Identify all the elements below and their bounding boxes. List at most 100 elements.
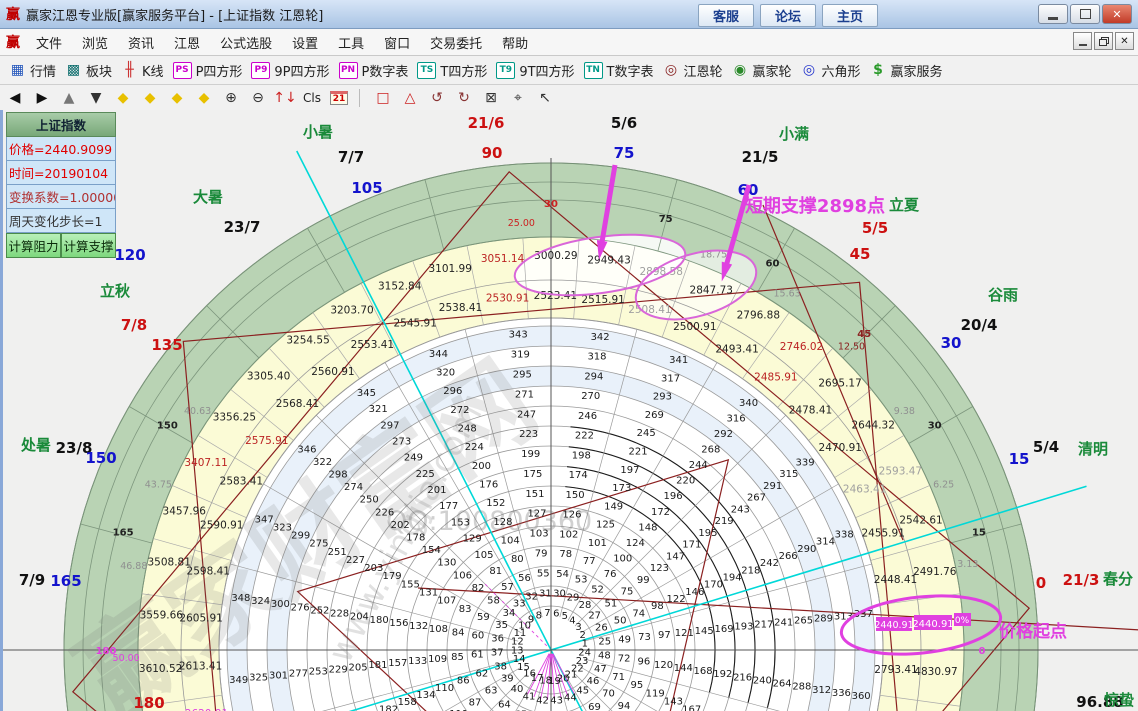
menu-item-窗口[interactable]: 窗口: [374, 30, 420, 55]
svg-text:9.38: 9.38: [894, 406, 915, 417]
svg-text:192: 192: [713, 669, 732, 680]
svg-text:25.00: 25.00: [508, 218, 535, 229]
svg-text:126: 126: [562, 510, 581, 521]
titlebar-button-0[interactable]: 客服: [698, 4, 754, 27]
svg-text:大暑: 大暑: [193, 188, 223, 206]
calendar-icon[interactable]: 21: [327, 87, 351, 108]
svg-text:216: 216: [733, 672, 752, 683]
svg-text:51: 51: [605, 599, 618, 610]
svg-text:70: 70: [602, 689, 615, 700]
svg-text:5/4: 5/4: [1033, 438, 1059, 456]
svg-text:195: 195: [698, 528, 717, 539]
svg-text:50: 50: [614, 615, 627, 626]
svg-text:75: 75: [621, 587, 634, 598]
svg-text:170: 170: [704, 580, 723, 591]
menu-item-资讯[interactable]: 资讯: [118, 30, 164, 55]
close-button[interactable]: ✕: [1102, 4, 1132, 24]
toolbar-p-number-table-button[interactable]: PNP数字表: [339, 61, 409, 80]
svg-text:268: 268: [701, 445, 720, 456]
svg-text:144: 144: [674, 663, 693, 674]
svg-text:62: 62: [476, 669, 489, 680]
calc-support-button[interactable]: 计算支撑: [61, 233, 116, 258]
toolbar-kline-button[interactable]: ╫K线: [121, 61, 164, 80]
svg-text:135: 135: [151, 336, 182, 354]
pan-left-icon[interactable]: ◀: [3, 87, 27, 108]
pan-right-icon[interactable]: ▶: [30, 87, 54, 108]
titlebar-button-2[interactable]: 主页: [822, 4, 878, 27]
diamond-right-icon[interactable]: ◆: [138, 87, 162, 108]
toolbar-p-square-button[interactable]: PSP四方形: [173, 61, 243, 80]
toolbar-quotes-button[interactable]: ▦行情: [9, 61, 56, 80]
menu-item-设置[interactable]: 设置: [282, 30, 328, 55]
rotate-ccw-icon[interactable]: ↺: [425, 87, 449, 108]
diamond-down-icon[interactable]: ◆: [192, 87, 216, 108]
minimize-button[interactable]: [1038, 4, 1068, 24]
titlebar-button-1[interactable]: 论坛: [760, 4, 816, 27]
triangle-tool-icon[interactable]: △: [398, 87, 422, 108]
svg-text:2455.91: 2455.91: [861, 528, 904, 540]
toolbar-t-square-button[interactable]: TST四方形: [417, 61, 487, 80]
svg-text:174: 174: [569, 470, 588, 481]
svg-text:38: 38: [494, 661, 507, 672]
svg-text:148: 148: [638, 522, 657, 533]
svg-text:147: 147: [666, 551, 685, 562]
zoom-out-icon[interactable]: ⊖: [246, 87, 270, 108]
svg-text:5/6: 5/6: [611, 114, 637, 132]
menu-item-交易委托[interactable]: 交易委托: [420, 30, 492, 55]
pointer-icon[interactable]: ↖: [533, 87, 557, 108]
calc-resistance-button[interactable]: 计算阻力: [6, 233, 61, 258]
svg-text:178: 178: [406, 532, 425, 543]
toolbar-sectors-button[interactable]: ▩板块: [65, 61, 112, 80]
toolbar-gann-wheel-button[interactable]: ◎江恩轮: [663, 61, 723, 80]
toolbar-hexagon-button[interactable]: ◎六角形: [801, 61, 861, 80]
menu-item-公式选股[interactable]: 公式选股: [210, 30, 282, 55]
cls-button[interactable]: Cls: [300, 87, 324, 108]
svg-text:23/7: 23/7: [224, 218, 261, 236]
maximize-button[interactable]: [1070, 4, 1100, 24]
toolbar-t-number-table-button[interactable]: TNT数字表: [584, 61, 654, 80]
svg-text:344: 344: [429, 349, 448, 360]
menu-item-工具[interactable]: 工具: [328, 30, 374, 55]
svg-text:202: 202: [391, 520, 410, 531]
svg-text:229: 229: [329, 664, 348, 675]
rotate-cw-icon[interactable]: ↻: [452, 87, 476, 108]
menu-item-浏览[interactable]: 浏览: [72, 30, 118, 55]
toolbar-winner-wheel-button[interactable]: ◉赢家轮: [732, 61, 792, 80]
updown-icon[interactable]: ↑↓: [273, 87, 297, 108]
diamond-left-icon[interactable]: ◆: [111, 87, 135, 108]
mdi-restore-button[interactable]: [1094, 32, 1113, 50]
sectors-icon: ▩: [65, 63, 82, 78]
box-x-icon[interactable]: ⊠: [479, 87, 503, 108]
mdi-close-button[interactable]: ✕: [1115, 32, 1134, 50]
svg-text:79: 79: [535, 549, 548, 560]
svg-text:143: 143: [664, 697, 683, 708]
toolbar-9p-square-button[interactable]: P99P四方形: [251, 61, 329, 80]
toolbar-winner-service-button[interactable]: $赢家服务: [870, 61, 943, 80]
toolbar-9t-square-button[interactable]: T99T四方形: [496, 61, 574, 80]
svg-text:251: 251: [328, 547, 347, 558]
svg-text:180: 180: [96, 646, 117, 657]
window-title: 赢家江恩专业版[赢家服务平台] - [上证指数 江恩轮]: [26, 5, 323, 24]
flag-down-icon[interactable]: ▼: [84, 87, 108, 108]
svg-text:清明: 清明: [1078, 440, 1108, 458]
svg-text:297: 297: [380, 420, 399, 431]
zoom-in-icon[interactable]: ⊕: [219, 87, 243, 108]
crosshair-icon[interactable]: ⌖: [506, 87, 530, 108]
svg-text:360: 360: [852, 691, 871, 702]
rect-tool-icon[interactable]: □: [371, 87, 395, 108]
menu-item-文件[interactable]: 文件: [26, 30, 72, 55]
menu-item-帮助[interactable]: 帮助: [492, 30, 538, 55]
mdi-minimize-button[interactable]: [1073, 32, 1092, 50]
svg-text:立夏: 立夏: [889, 196, 920, 214]
menu-item-江恩[interactable]: 江恩: [164, 30, 210, 55]
diamond-up-icon[interactable]: ◆: [165, 87, 189, 108]
svg-text:25: 25: [598, 636, 611, 647]
gann-wheel-canvas[interactable]: 赢家财富网www.yingjia.comQQ:10080036012345678…: [3, 110, 1138, 711]
titlebar: 赢 赢家江恩专业版[赢家服务平台] - [上证指数 江恩轮] 客服论坛主页 ✕: [0, 0, 1138, 29]
flag-up-icon[interactable]: ▲: [57, 87, 81, 108]
svg-text:30: 30: [553, 589, 566, 600]
svg-text:106: 106: [453, 570, 472, 581]
svg-text:12.50: 12.50: [838, 341, 865, 352]
svg-text:319: 319: [511, 350, 530, 361]
svg-text:2515.91: 2515.91: [581, 294, 624, 306]
